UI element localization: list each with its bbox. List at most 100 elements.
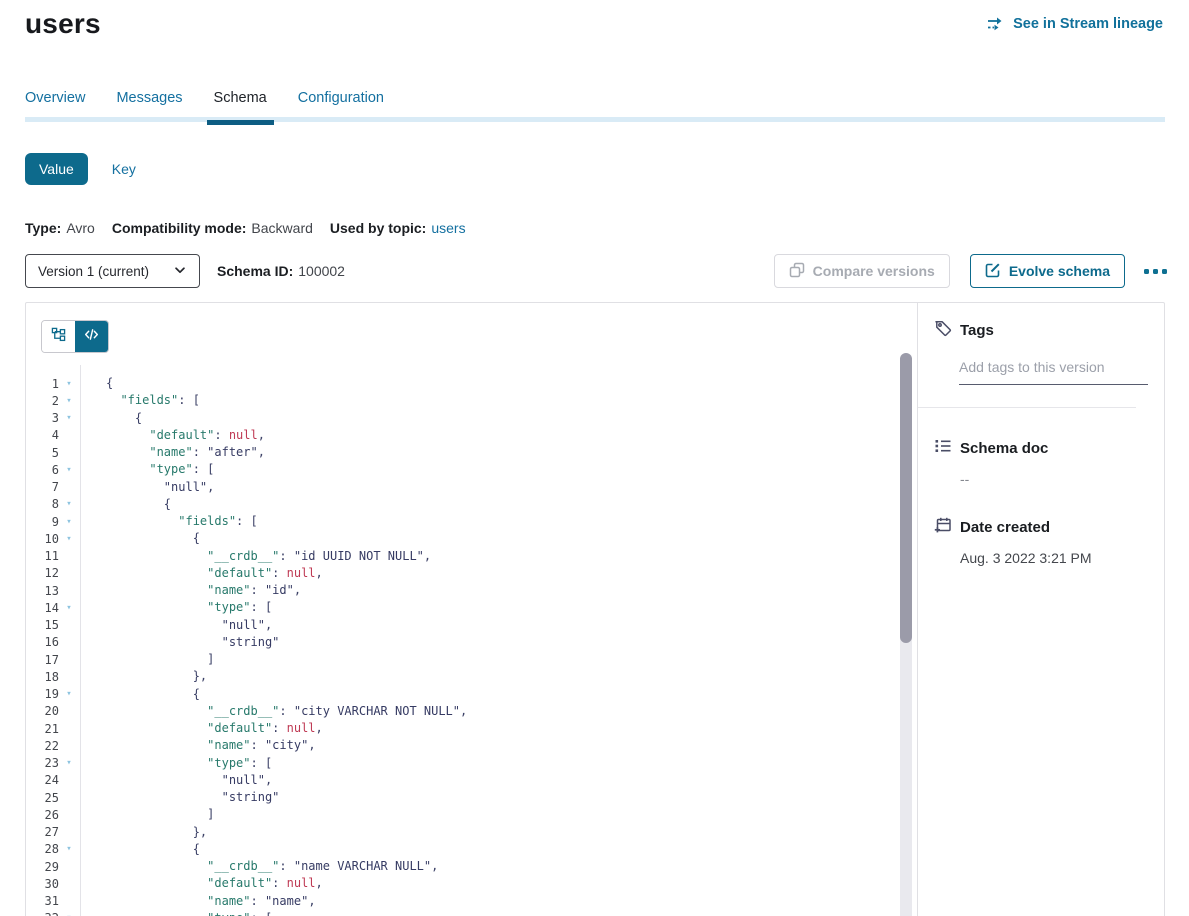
code-line: "name": "id",: [106, 582, 917, 599]
tab-schema[interactable]: Schema: [214, 90, 267, 125]
code-line: "default": null,: [106, 875, 917, 892]
sidebar-divider: [918, 407, 1136, 408]
line-number: 14: [26, 601, 59, 615]
code-line: },: [106, 824, 917, 841]
code-line: "default": null,: [106, 565, 917, 582]
scrollbar-thumb[interactable]: [900, 353, 912, 643]
line-number: 6: [26, 463, 59, 477]
compatibility-value: Backward: [251, 220, 312, 236]
code-line: "null",: [106, 772, 917, 789]
schema-doc-title: Schema doc: [960, 440, 1048, 457]
tab-configuration[interactable]: Configuration: [298, 90, 384, 125]
fold-arrow-icon[interactable]: ▾: [59, 499, 79, 509]
schema-side-panel: Tags Schema doc --: [918, 303, 1164, 916]
code-line: ]: [106, 806, 917, 823]
compare-versions-button[interactable]: Compare versions: [774, 254, 950, 288]
gutter-row: 2▾: [26, 392, 80, 409]
gutter-row: 26: [26, 806, 80, 823]
code-line: "__crdb__": "name VARCHAR NULL",: [106, 858, 917, 875]
code-line: "type": [: [106, 599, 917, 616]
schema-card: 1▾2▾3▾456▾78▾9▾10▾11121314▾1516171819▾20…: [25, 302, 1165, 916]
fold-arrow-icon[interactable]: ▾: [59, 758, 79, 768]
see-in-stream-lineage-link[interactable]: See in Stream lineage: [987, 16, 1163, 32]
line-number: 24: [26, 773, 59, 787]
tab-overview[interactable]: Overview: [25, 90, 85, 125]
line-number: 22: [26, 739, 59, 753]
type-field: Type:Avro: [25, 220, 95, 236]
schema-meta-row: Type:Avro Compatibility mode:Backward Us…: [25, 220, 466, 236]
code-line: "default": null,: [106, 427, 917, 444]
fold-arrow-icon[interactable]: ▾: [59, 844, 79, 854]
line-number-gutter: 1▾2▾3▾456▾78▾9▾10▾11121314▾1516171819▾20…: [26, 365, 81, 916]
code-editor: 1▾2▾3▾456▾78▾9▾10▾11121314▾1516171819▾20…: [26, 365, 917, 916]
chevron-down-icon: [173, 263, 187, 280]
evolve-schema-button[interactable]: Evolve schema: [970, 254, 1125, 288]
code-line: {: [106, 841, 917, 858]
gutter-row: 14▾: [26, 599, 80, 616]
tree-view-icon: [51, 327, 66, 347]
gutter-row: 25: [26, 789, 80, 806]
fold-arrow-icon[interactable]: ▾: [59, 517, 79, 527]
code-line: "null",: [106, 479, 917, 496]
code-line: "name": "city",: [106, 737, 917, 754]
line-number: 19: [26, 687, 59, 701]
line-number: 10: [26, 532, 59, 546]
line-number: 3: [26, 411, 59, 425]
schema-doc-icon: [934, 437, 952, 460]
gutter-row: 13: [26, 582, 80, 599]
compatibility-label: Compatibility mode:: [112, 220, 247, 236]
code-lines: { "fields": [ { "default": null, "name":…: [81, 365, 917, 916]
line-number: 8: [26, 497, 59, 511]
fold-arrow-icon[interactable]: ▾: [59, 465, 79, 475]
schema-id-value: 100002: [298, 263, 345, 279]
value-toggle-button[interactable]: Value: [25, 153, 88, 185]
gutter-row: 8▾: [26, 496, 80, 513]
gutter-row: 21: [26, 720, 80, 737]
compare-versions-icon: [789, 262, 805, 281]
tags-title: Tags: [960, 322, 994, 339]
line-number: 23: [26, 756, 59, 770]
fold-arrow-icon[interactable]: ▾: [59, 379, 79, 389]
line-number: 31: [26, 894, 59, 908]
page-title: users: [25, 8, 101, 40]
code-view-button[interactable]: [75, 321, 108, 352]
gutter-row: 16: [26, 634, 80, 651]
line-number: 1: [26, 377, 59, 391]
gutter-row: 3▾: [26, 410, 80, 427]
line-number: 13: [26, 584, 59, 598]
tree-view-button[interactable]: [42, 321, 75, 352]
gutter-row: 31: [26, 893, 80, 910]
type-label: Type:: [25, 220, 61, 236]
stream-lineage-icon: [987, 16, 1005, 32]
line-number: 9: [26, 515, 59, 529]
line-number: 16: [26, 635, 59, 649]
fold-arrow-icon[interactable]: ▾: [59, 534, 79, 544]
key-toggle-button[interactable]: Key: [112, 161, 136, 177]
line-number: 32: [26, 911, 59, 916]
topic-link[interactable]: users: [431, 220, 465, 236]
compare-versions-label: Compare versions: [813, 263, 935, 279]
fold-arrow-icon[interactable]: ▾: [59, 413, 79, 423]
gutter-row: 1▾: [26, 375, 80, 392]
add-tags-input[interactable]: [959, 359, 1148, 385]
gutter-row: 9▾: [26, 513, 80, 530]
code-line: "fields": [: [106, 513, 917, 530]
fold-arrow-icon[interactable]: ▾: [59, 396, 79, 406]
gutter-row: 18: [26, 668, 80, 685]
tab-messages[interactable]: Messages: [116, 90, 182, 125]
gutter-row: 30: [26, 875, 80, 892]
fold-arrow-icon[interactable]: ▾: [59, 603, 79, 613]
version-select[interactable]: Version 1 (current): [25, 254, 200, 288]
fold-arrow-icon[interactable]: ▾: [59, 689, 79, 699]
more-options-button[interactable]: [1142, 263, 1169, 280]
scrollbar-track[interactable]: [900, 353, 912, 916]
line-number: 12: [26, 566, 59, 580]
code-line: "default": null,: [106, 720, 917, 737]
dot-icon: [1162, 269, 1167, 274]
calendar-plus-icon: [934, 516, 952, 539]
gutter-row: 7: [26, 479, 80, 496]
code-line: {: [106, 530, 917, 547]
code-line: "type": [: [106, 461, 917, 478]
code-line: "string": [106, 789, 917, 806]
line-number: 4: [26, 428, 59, 442]
